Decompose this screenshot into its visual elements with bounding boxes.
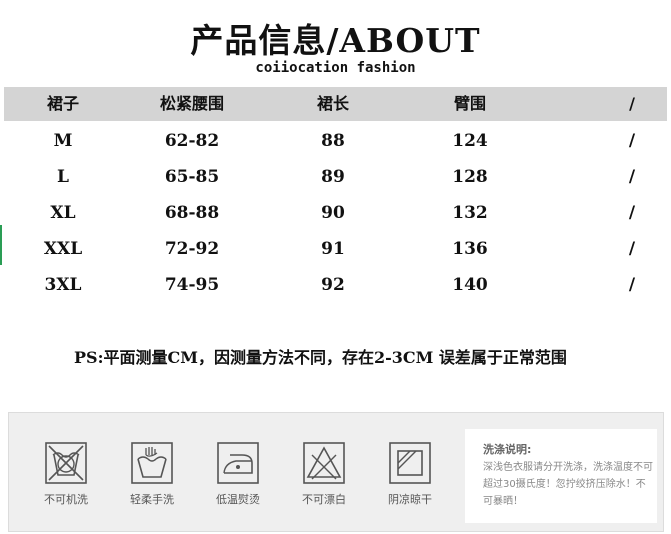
table-cell: 68-88 bbox=[164, 203, 220, 223]
table-cell: 72-92 bbox=[164, 239, 220, 259]
page-title: 产品信息/ABOUT bbox=[190, 21, 481, 60]
table-cell: 92 bbox=[321, 275, 345, 295]
header-skirt: 裙子 bbox=[46, 94, 80, 113]
table-cell: 88 bbox=[321, 131, 345, 151]
table-cell: / bbox=[628, 239, 636, 259]
table-cell: / bbox=[628, 203, 636, 223]
header-length: 裙长 bbox=[316, 94, 350, 113]
table-cell: 65-85 bbox=[164, 167, 220, 187]
washing-instructions: 洗涤说明: 深浅色衣服请分开洗涤，洗涤温度不可超过30摄氏度！忽拧绞挤压除水！不… bbox=[465, 429, 657, 523]
washing-instructions-text: 深浅色衣服请分开洗涤，洗涤温度不可超过30摄氏度！忽拧绞挤压除水！不可暴晒！ bbox=[483, 462, 653, 507]
care-label: 阴凉晾干 bbox=[388, 493, 432, 506]
table-cell: 128 bbox=[452, 167, 488, 187]
care-item-low-iron: 低温熨烫 bbox=[207, 441, 269, 507]
care-label: 不可机洗 bbox=[44, 493, 88, 506]
no-machine-wash-icon bbox=[45, 442, 87, 484]
table-cell: 140 bbox=[452, 275, 488, 295]
table-cell: L bbox=[57, 167, 69, 187]
table-cell: XXL bbox=[43, 239, 83, 259]
care-item-hand-wash: 轻柔手洗 bbox=[121, 441, 183, 507]
header-arm: 臂围 bbox=[453, 94, 487, 113]
table-cell: 90 bbox=[321, 203, 345, 223]
no-bleach-icon bbox=[303, 442, 345, 484]
page-subtitle: coiiocation fashion bbox=[255, 60, 416, 76]
table-cell: 91 bbox=[321, 239, 345, 259]
table-cell: / bbox=[628, 167, 636, 187]
care-item-no-machine-wash: 不可机洗 bbox=[35, 441, 97, 507]
table-cell: 89 bbox=[321, 167, 345, 187]
care-item-shade-dry: 阴凉晾干 bbox=[379, 441, 441, 507]
gentle-hand-wash-icon bbox=[131, 442, 173, 484]
measurement-note: PS:平面测量CM，因测量方法不同，存在2-3CM 误差属于正常范围 bbox=[74, 348, 567, 367]
header-extra: / bbox=[629, 94, 635, 113]
table-cell: M bbox=[53, 131, 73, 151]
header-waist: 松紧腰围 bbox=[159, 94, 225, 113]
care-instructions-panel: 不可机洗 轻柔手洗 低温熨烫 不可漂白 阴凉晾干 洗涤说明: 深浅色衣服请分开洗… bbox=[8, 412, 664, 532]
care-label: 不可漂白 bbox=[302, 493, 346, 506]
shade-dry-icon bbox=[389, 442, 431, 484]
table-cell: 132 bbox=[452, 203, 488, 223]
table-cell: 62-82 bbox=[164, 131, 220, 151]
low-temp-iron-icon bbox=[217, 442, 259, 484]
table-cell: 136 bbox=[452, 239, 488, 259]
table-cell: / bbox=[628, 131, 636, 151]
table-cell: / bbox=[628, 275, 636, 295]
care-label: 轻柔手洗 bbox=[130, 493, 174, 506]
care-label: 低温熨烫 bbox=[216, 493, 260, 506]
washing-instructions-title: 洗涤说明: bbox=[483, 443, 532, 456]
table-cell: XL bbox=[50, 203, 76, 223]
left-edge-accent bbox=[0, 225, 2, 265]
table-cell: 124 bbox=[452, 131, 488, 151]
table-cell: 3XL bbox=[44, 275, 82, 295]
table-cell: 74-95 bbox=[164, 275, 220, 295]
care-item-no-bleach: 不可漂白 bbox=[293, 441, 355, 507]
